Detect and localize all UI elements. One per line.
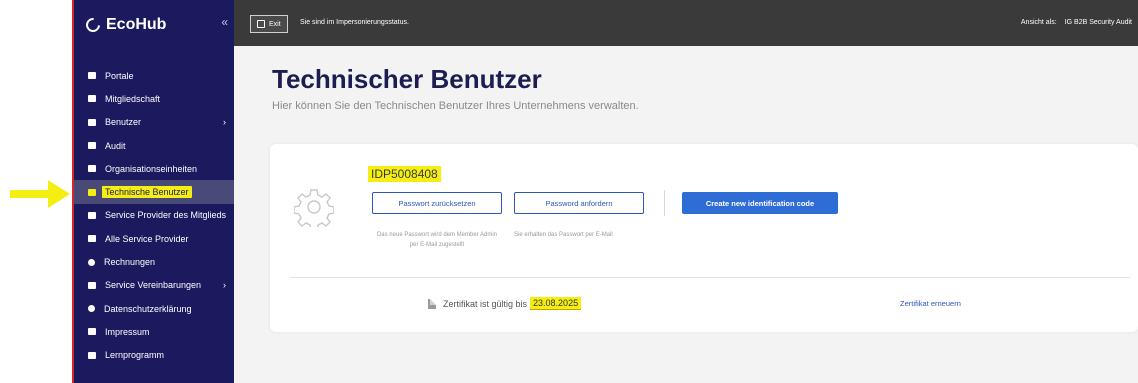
- request-password-hint: Sie erhalten das Passwort per E-Mail: [514, 232, 613, 238]
- document-icon: [428, 298, 436, 309]
- sidebar-item-organisationseinheiten[interactable]: Organisationseinheiten: [74, 157, 234, 180]
- audit-icon: [88, 142, 96, 150]
- button-divider: [664, 190, 665, 216]
- sidebar-nav: Portale Mitgliedschaft Benutzer › Audit O…: [74, 64, 234, 367]
- sidebar-item-service-vereinbarungen[interactable]: Service Vereinbarungen ›: [74, 274, 234, 297]
- reset-password-button[interactable]: Passwort zurücksetzen: [372, 192, 502, 214]
- invoice-icon: [88, 258, 95, 266]
- app-root: EcoHub « Portale Mitgliedschaft Benutzer…: [0, 0, 1138, 383]
- exit-door-icon: [257, 20, 265, 28]
- view-as-label: Ansicht als:: [1020, 19, 1057, 26]
- sidebar-item-service-provider-des-mitglieds[interactable]: Service Provider des Mitglieds: [74, 204, 234, 227]
- all-providers-icon: [88, 235, 96, 243]
- sidebar-item-impressum[interactable]: Impressum: [74, 320, 234, 343]
- agreement-icon: [88, 281, 96, 289]
- main-content: Technischer Benutzer Hier können Sie den…: [234, 46, 1138, 383]
- chevron-right-icon: ›: [223, 117, 226, 128]
- view-as: Ansicht als: IG B2B Security Audit: [1021, 19, 1132, 26]
- certificate-text: Zertifikat ist gültig bis: [443, 298, 528, 309]
- collapse-sidebar-icon[interactable]: «: [221, 15, 228, 29]
- renew-certificate-link[interactable]: Zertifikat erneuern: [900, 299, 961, 308]
- create-identification-code-button[interactable]: Create new identification code: [682, 192, 838, 214]
- page-title: Technischer Benutzer: [272, 64, 542, 94]
- chevron-right-icon: ›: [223, 280, 226, 291]
- sidebar-item-benutzer[interactable]: Benutzer ›: [74, 111, 234, 134]
- portal-icon: [88, 72, 96, 80]
- sidebar-item-audit[interactable]: Audit: [74, 134, 234, 157]
- topbar: Exit Sie sind im Impersonierungsstatus. …: [234, 0, 1138, 46]
- certificate-validity: Zertifikat ist gültig bis 23.08.2025: [428, 297, 582, 310]
- technical-user-id: IDP5008408: [368, 166, 441, 182]
- sidebar-item-datenschutzerklaerung[interactable]: Datenschutzerklärung: [74, 297, 234, 320]
- reset-password-hint: Das neue Passwort wird dem Member Admin …: [376, 232, 498, 248]
- exit-button[interactable]: Exit: [250, 15, 288, 33]
- exit-label: Exit: [269, 20, 281, 28]
- shield-icon: [88, 305, 95, 313]
- sidebar-item-lernprogramm[interactable]: Lernprogramm: [74, 344, 234, 367]
- imprint-icon: [88, 328, 96, 336]
- sidebar-item-mitgliedschaft[interactable]: Mitgliedschaft: [74, 87, 234, 110]
- request-password-button[interactable]: Password anfordern: [514, 192, 644, 214]
- card-divider: [290, 277, 1130, 278]
- brand[interactable]: EcoHub: [83, 14, 167, 36]
- annotation-arrow-icon: [10, 180, 70, 208]
- technical-user-card: IDP5008408 Passwort zurücksetzen Passwor…: [270, 144, 1138, 332]
- gear-icon: [294, 189, 334, 227]
- certificate-date: 23.08.2025: [530, 297, 582, 310]
- tutorial-icon: [88, 351, 96, 359]
- user-icon: [88, 118, 96, 126]
- sidebar-item-portale[interactable]: Portale: [74, 64, 234, 87]
- view-as-value[interactable]: IG B2B Security Audit: [1065, 19, 1132, 26]
- org-units-icon: [88, 165, 96, 173]
- sidebar-item-technische-benutzer[interactable]: Technische Benutzer: [74, 180, 234, 204]
- technical-user-icon: [88, 188, 96, 196]
- impersonation-status: Sie sind im Impersonierungsstatus.: [300, 19, 409, 26]
- service-provider-icon: [88, 211, 96, 219]
- sidebar-item-alle-service-provider[interactable]: Alle Service Provider: [74, 227, 234, 250]
- sidebar-item-rechnungen[interactable]: Rechnungen: [74, 250, 234, 273]
- membership-icon: [88, 95, 96, 103]
- page-subtitle: Hier können Sie den Technischen Benutzer…: [272, 100, 639, 112]
- sidebar: EcoHub « Portale Mitgliedschaft Benutzer…: [74, 0, 234, 383]
- ecohub-logo-icon: [83, 15, 103, 35]
- brand-name: EcoHub: [106, 16, 167, 33]
